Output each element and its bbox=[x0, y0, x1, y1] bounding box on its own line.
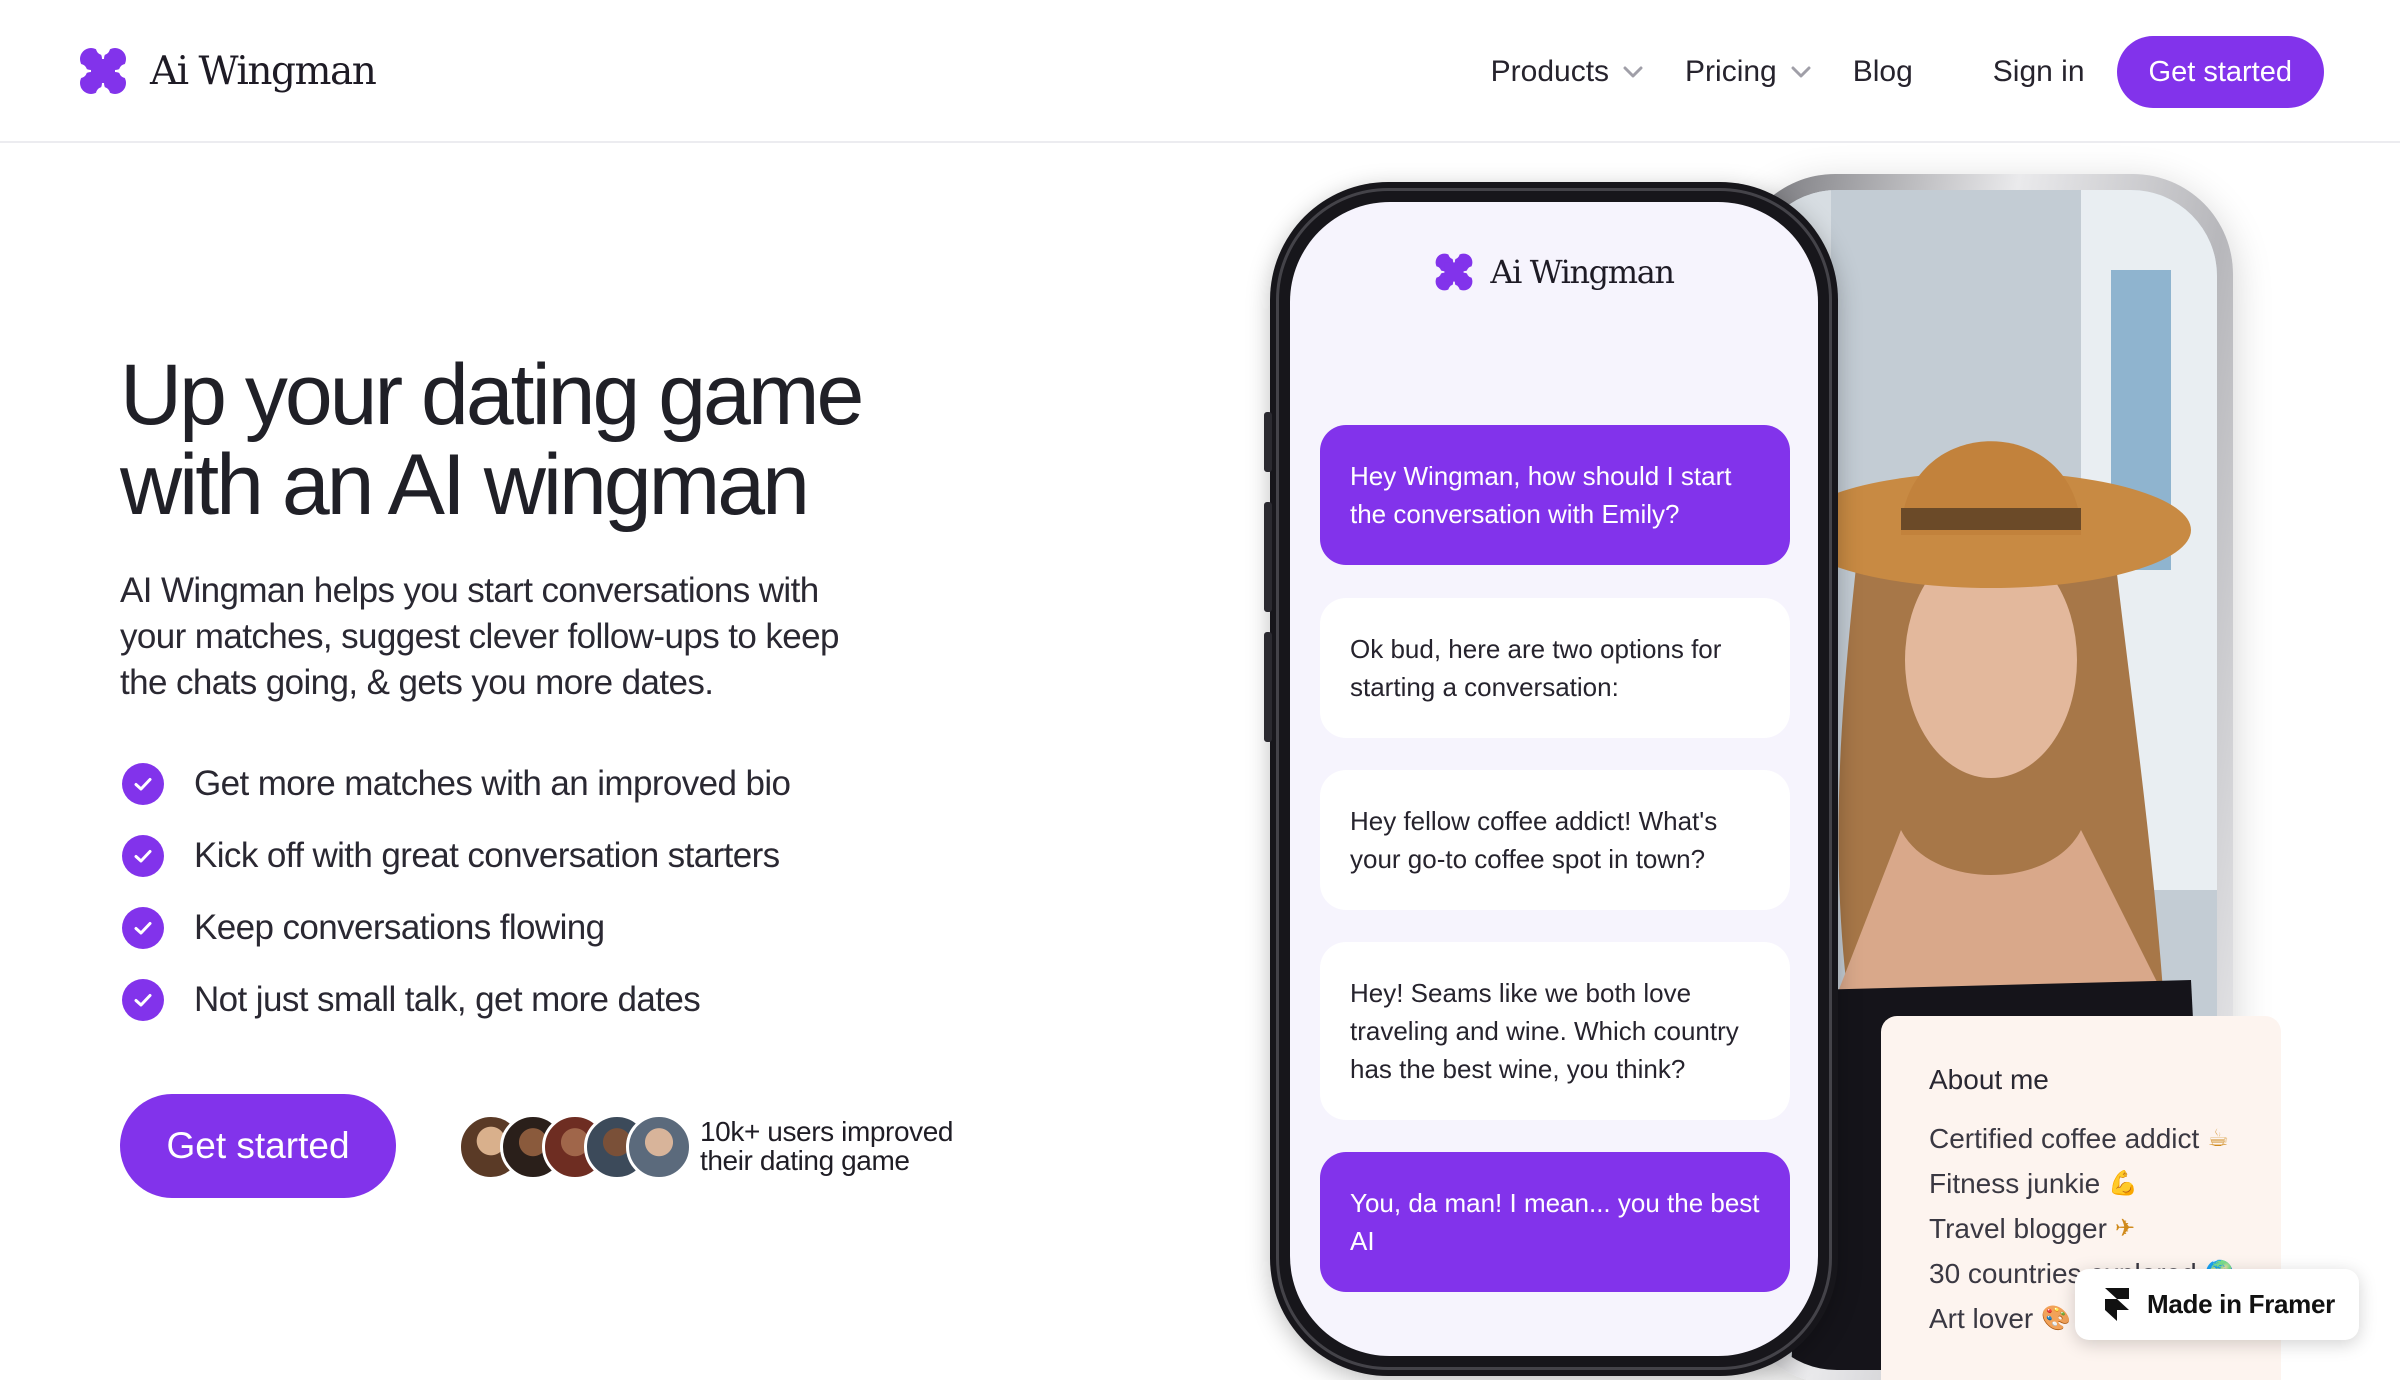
clover-logo-icon bbox=[78, 46, 128, 96]
phone-side-button bbox=[1264, 412, 1272, 472]
brand-name: Ai Wingman bbox=[150, 48, 377, 94]
feature-item: Get more matches with an improved bio bbox=[120, 748, 791, 820]
phone-side-button bbox=[1264, 632, 1272, 742]
about-item-text: Art lover bbox=[1929, 1303, 2034, 1334]
check-circle-icon bbox=[122, 835, 164, 877]
hero-title-line-2: with an AI wingman bbox=[120, 437, 810, 533]
nav-blog[interactable]: Blog bbox=[1853, 55, 1913, 89]
about-item-text: Fitness junkie bbox=[1929, 1168, 2101, 1199]
clover-logo-icon bbox=[1434, 252, 1475, 292]
feature-item: Not just small talk, get more dates bbox=[120, 964, 790, 1036]
nav-pricing[interactable]: Pricing bbox=[1685, 55, 1811, 89]
feature-text: Not just small talk, get more dates bbox=[194, 980, 701, 1019]
chat-message-user: Hey Wingman, how should I start the conv… bbox=[1320, 425, 1790, 565]
nav-get-started-button[interactable]: Get started bbox=[2116, 36, 2324, 108]
feature-text: Keep conversations flowing bbox=[194, 908, 605, 947]
nav-products[interactable]: Products bbox=[1491, 55, 1643, 89]
hero-get-started-button[interactable]: Get started bbox=[120, 1094, 396, 1198]
about-item-text: Travel blogger bbox=[1929, 1213, 2107, 1244]
nav-pricing-label: Pricing bbox=[1685, 55, 1777, 88]
chat-message-user: You, da man! I mean... you the best AI bbox=[1320, 1152, 1790, 1292]
feature-item: Keep conversations flowing bbox=[120, 892, 790, 964]
hero-title-line-1: Up your dating game bbox=[120, 347, 864, 443]
chevron-down-icon bbox=[1791, 66, 1811, 78]
flexed-arm-icon: 💪 bbox=[2108, 1169, 2139, 1197]
chat-message-text: Hey! Seams like we both love traveling a… bbox=[1350, 978, 1739, 1084]
top-nav: Ai Wingman Products Pricing Blog Sign in… bbox=[0, 0, 2400, 143]
nav-products-label: Products bbox=[1490, 55, 1610, 88]
phone-side-button bbox=[1264, 502, 1272, 612]
about-item: Certified coffee addict ☕ bbox=[1929, 1116, 2281, 1161]
chat-brand-name: Ai Wingman bbox=[1490, 253, 1675, 291]
avatar bbox=[626, 1114, 692, 1180]
hero-subtitle: AI Wingman helps you start conversations… bbox=[120, 571, 839, 702]
chat-brand: Ai Wingman bbox=[1290, 252, 1818, 292]
about-me-title: About me bbox=[1929, 1064, 2049, 1095]
airplane-icon: ✈ bbox=[2114, 1214, 2136, 1242]
about-item: Travel blogger ✈ bbox=[1929, 1206, 2281, 1251]
chat-phone: Ai Wingman Hey Wingman, how should I sta… bbox=[1264, 182, 1838, 1376]
chat-message-bot: Ok bud, here are two options for startin… bbox=[1320, 598, 1790, 738]
coffee-icon: ☕ bbox=[2207, 1124, 2229, 1152]
chat-message-text: Ok bud, here are two options for startin… bbox=[1350, 634, 1722, 702]
feature-text: Kick off with great conversation starter… bbox=[194, 836, 780, 875]
social-proof-line-2: their dating game bbox=[700, 1145, 910, 1176]
about-item: Fitness junkie 💪 bbox=[1929, 1161, 2281, 1206]
hero-title: Up your dating game with an AI wingman bbox=[120, 350, 1020, 530]
about-item-text: Certified coffee addict bbox=[1929, 1123, 2200, 1154]
chevron-down-icon bbox=[1623, 66, 1643, 78]
made-in-framer-text: Made in Framer bbox=[2147, 1289, 2335, 1319]
check-circle-icon bbox=[122, 979, 164, 1021]
feature-item: Kick off with great conversation starter… bbox=[120, 820, 790, 892]
palette-icon: 🎨 bbox=[2041, 1304, 2072, 1332]
chat-message-bot: Hey fellow coffee addict! What's your go… bbox=[1320, 770, 1790, 910]
chat-message-text: Hey Wingman, how should I start the conv… bbox=[1350, 461, 1732, 529]
chat-message-text: You, da man! I mean... you the best AI bbox=[1350, 1188, 1760, 1256]
chat-screen: Ai Wingman Hey Wingman, how should I sta… bbox=[1290, 202, 1818, 1356]
framer-logo-icon bbox=[2105, 1287, 2129, 1321]
feature-list: Get more matches with an improved bio Ki… bbox=[120, 748, 791, 1036]
made-in-framer-badge[interactable]: Made in Framer bbox=[2075, 1269, 2359, 1340]
nav-links: Products Pricing Blog Sign in Get starte… bbox=[1491, 36, 2324, 108]
sign-in-link[interactable]: Sign in bbox=[1993, 55, 2085, 89]
chat-message-text: Hey fellow coffee addict! What's your go… bbox=[1350, 806, 1718, 874]
brand-logo[interactable]: Ai Wingman bbox=[78, 46, 377, 96]
user-avatars bbox=[458, 1114, 692, 1180]
social-proof-text: 10k+ users improved their dating game bbox=[700, 1117, 953, 1175]
chat-message-bot: Hey! Seams like we both love traveling a… bbox=[1320, 942, 1790, 1120]
check-circle-icon bbox=[122, 907, 164, 949]
feature-text: Get more matches with an improved bio bbox=[194, 764, 791, 803]
social-proof-line-1: 10k+ users improved bbox=[700, 1116, 954, 1147]
check-circle-icon bbox=[122, 763, 164, 805]
